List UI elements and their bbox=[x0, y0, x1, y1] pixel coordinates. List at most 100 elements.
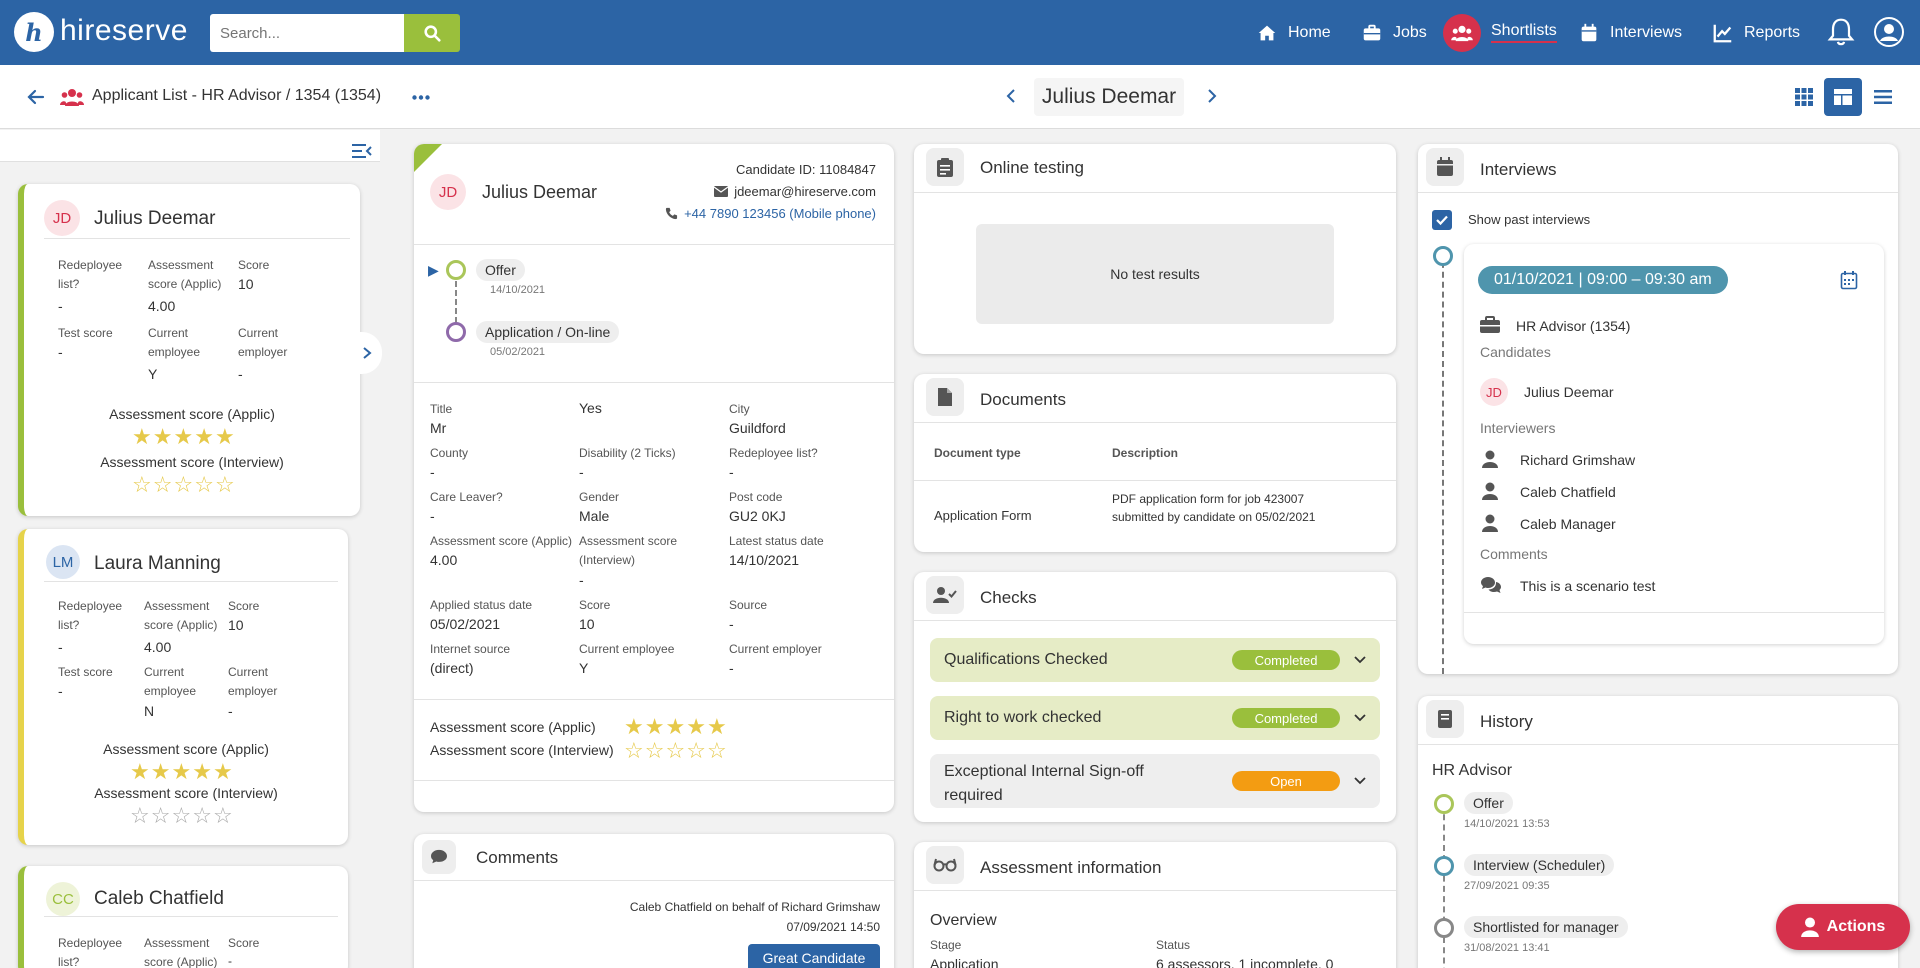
field-label: Status bbox=[1156, 938, 1191, 952]
empty-star-icon[interactable]: ☆ bbox=[151, 805, 171, 827]
empty-star-icon[interactable]: ☆ bbox=[194, 474, 214, 496]
interview-star-rating[interactable]: ☆ ☆ ☆ ☆ ☆ bbox=[624, 740, 727, 762]
empty-star-icon[interactable]: ☆ bbox=[645, 740, 665, 762]
column-header-document-type: Document type bbox=[934, 446, 1021, 460]
empty-star-icon[interactable]: ☆ bbox=[624, 740, 644, 762]
nav-jobs[interactable]: Jobs bbox=[1361, 0, 1427, 65]
chevron-down-icon[interactable] bbox=[1354, 656, 1366, 664]
user-check-icon bbox=[926, 576, 964, 614]
show-past-interviews-label[interactable]: Show past interviews bbox=[1468, 212, 1590, 227]
back-arrow-icon[interactable] bbox=[26, 87, 46, 107]
collapse-list-icon[interactable] bbox=[352, 143, 372, 159]
list-icon bbox=[1874, 90, 1892, 104]
candidate-name: Caleb Chatfield bbox=[94, 888, 224, 909]
list-view-button[interactable] bbox=[1864, 78, 1902, 116]
split-view-button[interactable] bbox=[1824, 78, 1862, 116]
candidate-phone[interactable]: +44 7890 123456 (Mobile phone) bbox=[665, 206, 876, 221]
interview-star-rating[interactable]: ☆ ☆ ☆ ☆ ☆ bbox=[130, 805, 233, 827]
notifications-bell-icon[interactable] bbox=[1826, 16, 1856, 48]
search-input[interactable] bbox=[210, 14, 405, 52]
field-label: Post code bbox=[729, 490, 783, 504]
previous-candidate-chevron-icon[interactable] bbox=[1004, 88, 1018, 104]
timeline-status-chip[interactable]: Application / On-line bbox=[476, 321, 620, 343]
check-row[interactable]: Qualifications Checked Completed bbox=[930, 638, 1380, 682]
empty-star-icon[interactable]: ☆ bbox=[173, 474, 193, 496]
filled-star-icon: ★ bbox=[150, 759, 171, 784]
brand-name[interactable]: hireserve bbox=[60, 14, 188, 48]
field-label: Score bbox=[228, 936, 260, 950]
interviews-panel: Interviews Show past interviews 01/10/20… bbox=[1418, 144, 1898, 674]
field-value: - bbox=[228, 954, 232, 968]
chevron-down-icon[interactable] bbox=[1354, 714, 1366, 722]
avatar: JD bbox=[44, 200, 80, 236]
next-candidate-chevron-icon[interactable] bbox=[1205, 88, 1219, 104]
applic-star-rating: ★ ★ ★ ★ ★ bbox=[132, 426, 235, 448]
candidate-card-julius-deemar[interactable]: JD Julius Deemar Redeployee list? - Asse… bbox=[18, 184, 360, 516]
interview-candidate-name[interactable]: Julius Deemar bbox=[1524, 384, 1613, 400]
field-value: 4.00 bbox=[148, 298, 176, 314]
field-value: - bbox=[430, 464, 435, 480]
empty-star-icon[interactable]: ☆ bbox=[707, 740, 727, 762]
candidate-name: Julius Deemar bbox=[94, 208, 216, 229]
comment-bubble-icon bbox=[422, 840, 456, 874]
history-status-chip[interactable]: Shortlisted for manager bbox=[1464, 916, 1628, 938]
nav-home-label: Home bbox=[1288, 23, 1331, 41]
applic-score-label: Assessment score (Applic) bbox=[103, 741, 269, 757]
filled-star-icon: ★ bbox=[171, 759, 192, 784]
applic-star-rating: ★ ★ ★ ★ ★ bbox=[624, 716, 727, 738]
interviewer-name: Richard Grimshaw bbox=[1520, 452, 1636, 468]
expand-card-chevron-icon[interactable] bbox=[352, 332, 382, 374]
check-row[interactable]: Right to work checked Completed bbox=[930, 696, 1380, 740]
nav-interviews[interactable]: Interviews bbox=[1578, 0, 1682, 65]
check-label: Qualifications Checked bbox=[944, 651, 1108, 668]
chevron-down-icon[interactable] bbox=[1354, 777, 1366, 785]
grid-view-button[interactable] bbox=[1785, 78, 1823, 116]
hireserve-logo-icon[interactable]: h bbox=[14, 12, 54, 52]
empty-star-icon[interactable]: ☆ bbox=[686, 740, 706, 762]
documents-panel: Documents Document type Description Appl… bbox=[914, 374, 1396, 552]
empty-star-icon[interactable]: ☆ bbox=[171, 805, 191, 827]
empty-star-icon[interactable]: ☆ bbox=[213, 805, 233, 827]
field-label: Current employer bbox=[228, 665, 278, 698]
empty-star-icon[interactable]: ☆ bbox=[153, 474, 173, 496]
candidate-card-caleb-chatfield[interactable]: CC Caleb Chatfield Redeployee list? Asse… bbox=[18, 866, 348, 968]
show-past-interviews-checkbox[interactable] bbox=[1432, 210, 1452, 230]
history-status-chip[interactable]: Offer bbox=[1464, 792, 1513, 814]
calendar-icon[interactable] bbox=[1840, 270, 1858, 290]
more-options-icon[interactable] bbox=[406, 82, 436, 112]
nav-shortlists[interactable]: Shortlists bbox=[1443, 0, 1557, 65]
applic-score-label: Assessment score (Applic) bbox=[430, 719, 596, 735]
filled-star-icon: ★ bbox=[624, 714, 644, 739]
document-type-cell[interactable]: Application Form bbox=[934, 508, 1032, 523]
interview-job[interactable]: HR Advisor (1354) bbox=[1516, 318, 1630, 334]
interview-time-slot[interactable]: 01/10/2021 | 09:00 – 09:30 am bbox=[1478, 266, 1728, 294]
avatar: JD bbox=[1480, 378, 1508, 406]
nav-home[interactable]: Home bbox=[1256, 0, 1331, 65]
empty-star-icon[interactable]: ☆ bbox=[665, 740, 685, 762]
candidate-card-laura-manning[interactable]: LM Laura Manning Redeployee list? - Asse… bbox=[18, 529, 348, 845]
search-button[interactable] bbox=[404, 14, 460, 52]
field-value: - bbox=[729, 660, 734, 676]
filled-star-icon: ★ bbox=[194, 424, 214, 449]
calendar-icon bbox=[1426, 148, 1464, 186]
check-row[interactable]: Exceptional Internal Sign-off required O… bbox=[930, 754, 1380, 808]
empty-star-icon[interactable]: ☆ bbox=[132, 474, 152, 496]
interviewers-heading: Interviewers bbox=[1480, 420, 1556, 436]
field-value: - bbox=[729, 464, 734, 480]
empty-star-icon[interactable]: ☆ bbox=[192, 805, 212, 827]
person-icon bbox=[1800, 917, 1819, 937]
history-status-chip[interactable]: Interview (Scheduler) bbox=[1464, 854, 1615, 876]
filled-star-icon: ★ bbox=[665, 714, 686, 739]
history-date: 31/08/2021 13:41 bbox=[1464, 942, 1550, 954]
breadcrumb[interactable]: Applicant List - HR Advisor / 1354 (1354… bbox=[92, 87, 381, 105]
interview-star-rating[interactable]: ☆ ☆ ☆ ☆ ☆ bbox=[132, 474, 235, 496]
nav-reports[interactable]: Reports bbox=[1712, 0, 1800, 65]
calendar-icon bbox=[1581, 23, 1597, 41]
actions-button[interactable]: Actions bbox=[1776, 904, 1910, 950]
user-profile-icon[interactable] bbox=[1873, 16, 1905, 48]
timeline-status-chip[interactable]: Offer bbox=[476, 259, 525, 281]
empty-star-icon[interactable]: ☆ bbox=[215, 474, 235, 496]
candidate-email[interactable]: jdeemar@hireserve.com bbox=[714, 184, 876, 199]
applic-score-label: Assessment score (Applic) bbox=[109, 406, 275, 422]
empty-star-icon[interactable]: ☆ bbox=[130, 805, 150, 827]
